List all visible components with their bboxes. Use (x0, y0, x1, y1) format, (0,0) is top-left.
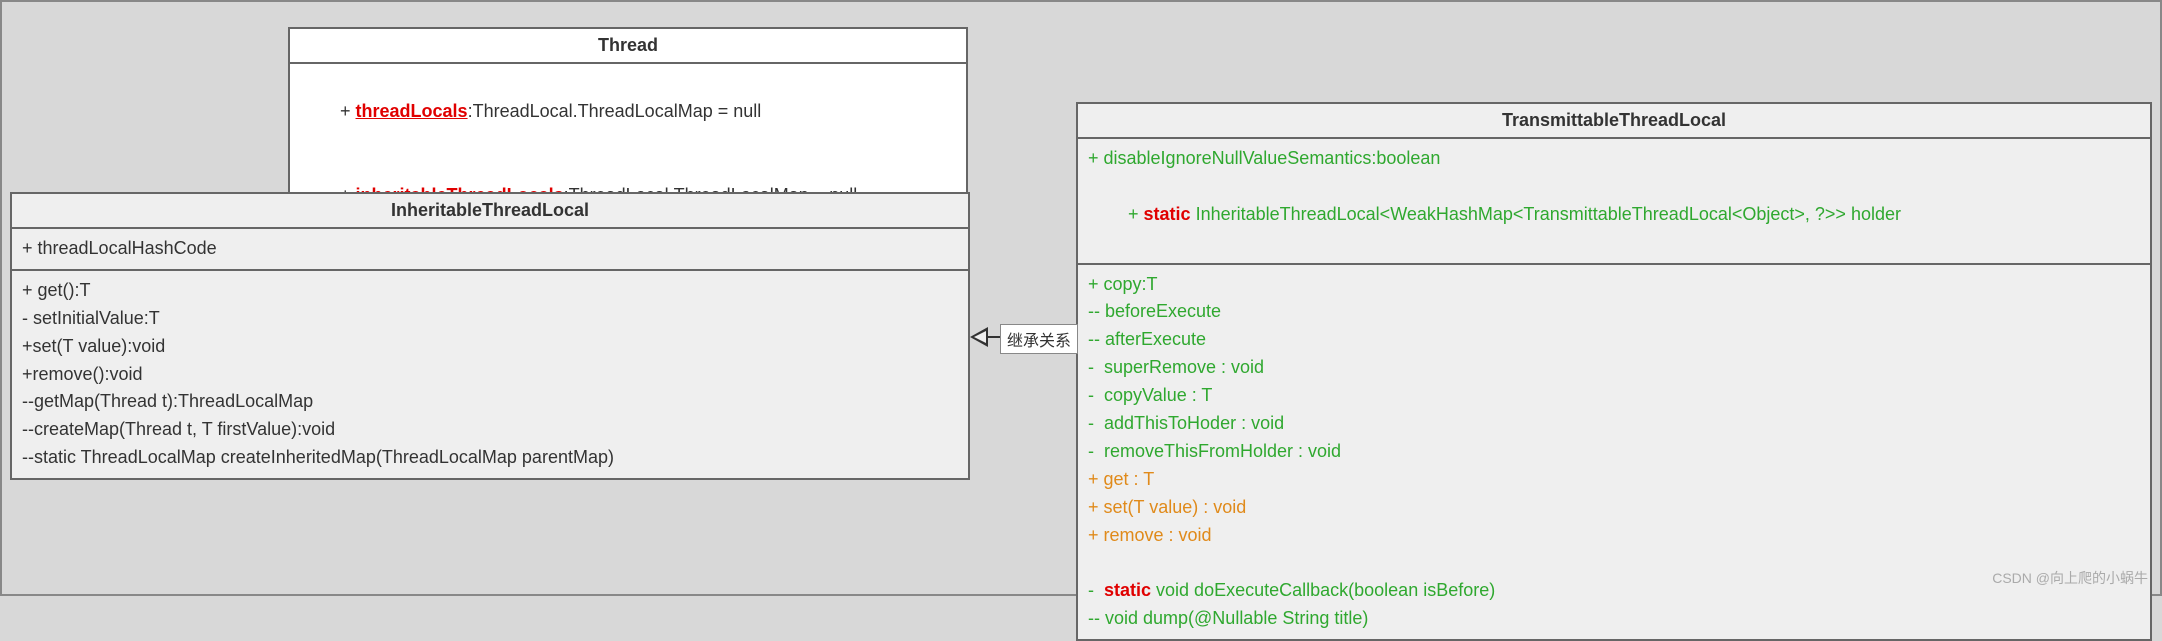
ttl-op-0: + copy:T (1088, 271, 2140, 299)
inheritable-attrs: + threadLocalHashCode (12, 229, 968, 271)
ttl-op-12: -- void dump(@Nullable String title) (1088, 605, 2140, 633)
inheritable-op-4: --getMap(Thread t):ThreadLocalMap (22, 388, 958, 416)
attr-rest: :ThreadLocal.ThreadLocalMap = null (468, 101, 762, 121)
inheritable-op-2: +set(T value):void (22, 333, 958, 361)
attr-name-redbold: threadLocals (356, 101, 468, 121)
inheritance-arrow-head-icon (970, 327, 988, 347)
ttl-op-10 (1088, 549, 2140, 577)
ttl-attrs: + disableIgnoreNullValueSemantics:boolea… (1078, 139, 2150, 265)
ttl-op-3: - superRemove : void (1088, 354, 2140, 382)
inheritance-label: 继承关系 (1000, 324, 1078, 354)
class-transmittable-thread-local: TransmittableThreadLocal + disableIgnore… (1076, 102, 2152, 641)
ttl-attr-1: + static InheritableThreadLocal<WeakHash… (1088, 173, 2140, 257)
ttl-op-2: -- afterExecute (1088, 326, 2140, 354)
ttl-attr-0: + disableIgnoreNullValueSemantics:boolea… (1088, 145, 2140, 173)
ttl-attr-static: static (1144, 204, 1191, 224)
ttl-ops: + copy:T-- beforeExecute-- afterExecute-… (1078, 265, 2150, 640)
inheritable-attr-0: + threadLocalHashCode (22, 235, 958, 263)
ttl-op-6: - removeThisFromHolder : void (1088, 438, 2140, 466)
inheritable-ops: + get():T - setInitialValue:T +set(T val… (12, 271, 968, 478)
class-inheritable-thread-local: InheritableThreadLocal + threadLocalHash… (10, 192, 970, 480)
ttl-op-1: -- beforeExecute (1088, 298, 2140, 326)
ttl-op-4: - copyValue : T (1088, 382, 2140, 410)
ttl-op-5: - addThisToHoder : void (1088, 410, 2140, 438)
class-title-ttl: TransmittableThreadLocal (1078, 104, 2150, 139)
diagram-frame: Thread + threadLocals:ThreadLocal.Thread… (0, 0, 2162, 596)
ttl-attr-rest: InheritableThreadLocal<WeakHashMap<Trans… (1191, 204, 1901, 224)
ttl-attr-prefix: + (1128, 204, 1144, 224)
attr-prefix: + (340, 101, 356, 121)
inheritable-op-0: + get():T (22, 277, 958, 305)
ttl-op-7: + get : T (1088, 466, 2140, 494)
ttl-op-9: + remove : void (1088, 522, 2140, 550)
inheritable-op-1: - setInitialValue:T (22, 305, 958, 333)
ttl-op-11: - static void doExecuteCallback(boolean … (1088, 577, 2140, 605)
class-title-thread: Thread (290, 29, 966, 64)
ttl-op-8: + set(T value) : void (1088, 494, 2140, 522)
inheritable-op-6: --static ThreadLocalMap createInheritedM… (22, 444, 958, 472)
inheritable-op-5: --createMap(Thread t, T firstValue):void (22, 416, 958, 444)
inheritable-op-3: +remove():void (22, 361, 958, 389)
class-title-inheritable: InheritableThreadLocal (12, 194, 968, 229)
watermark-text: CSDN @向上爬的小蜗牛 (1992, 568, 2148, 588)
thread-attr-0: + threadLocals:ThreadLocal.ThreadLocalMa… (300, 70, 956, 154)
